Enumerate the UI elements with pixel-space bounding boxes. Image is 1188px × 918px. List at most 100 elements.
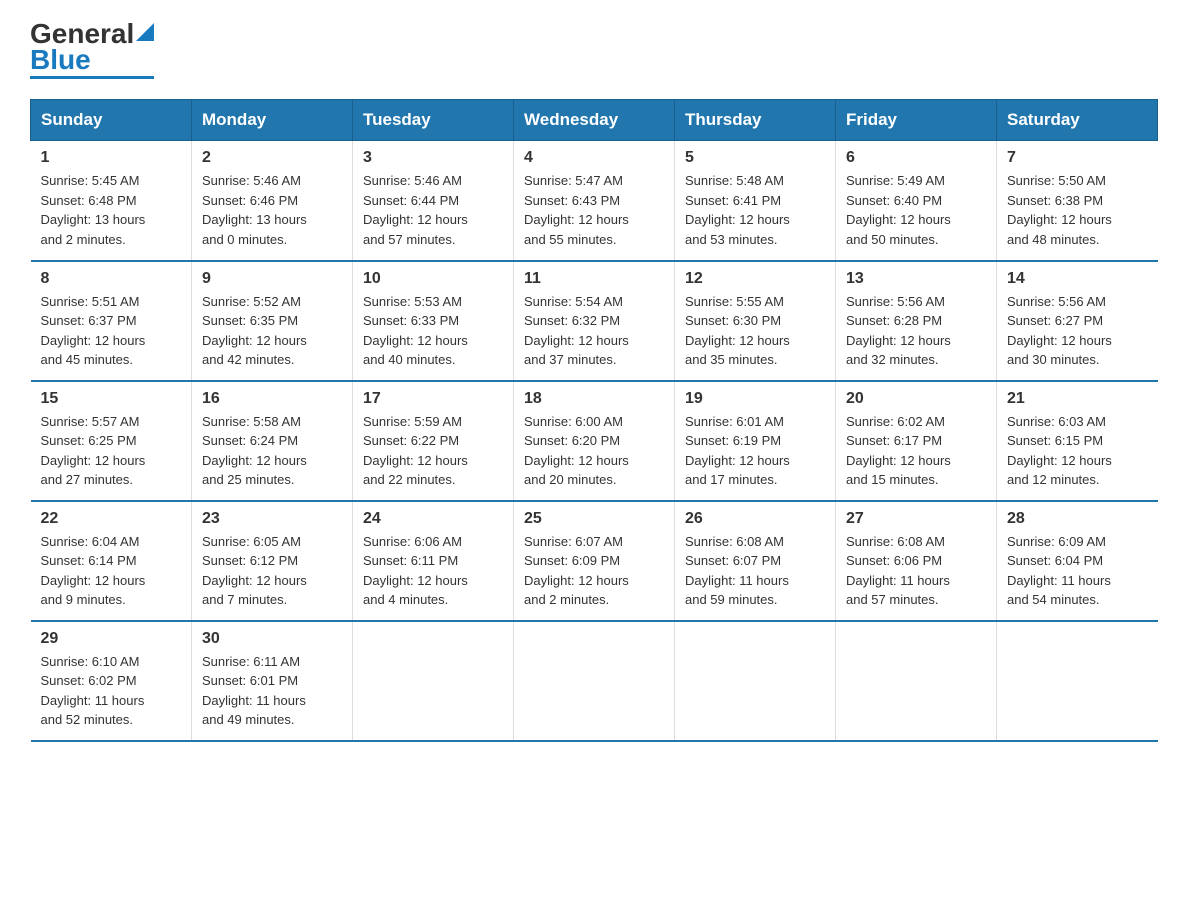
day-info: Sunrise: 6:08 AM Sunset: 6:07 PM Dayligh… [685, 532, 825, 610]
day-info: Sunrise: 6:08 AM Sunset: 6:06 PM Dayligh… [846, 532, 986, 610]
weekday-header-friday: Friday [836, 100, 997, 141]
calendar-cell-9-1-1: 9 Sunrise: 5:52 AM Sunset: 6:35 PM Daylig… [192, 261, 353, 381]
day-info: Sunrise: 6:04 AM Sunset: 6:14 PM Dayligh… [41, 532, 182, 610]
day-number: 7 [1007, 149, 1148, 167]
day-info: Sunrise: 6:02 AM Sunset: 6:17 PM Dayligh… [846, 412, 986, 490]
day-number: 9 [202, 270, 342, 288]
weekday-header-saturday: Saturday [997, 100, 1158, 141]
day-info: Sunrise: 6:01 AM Sunset: 6:19 PM Dayligh… [685, 412, 825, 490]
day-info: Sunrise: 5:47 AM Sunset: 6:43 PM Dayligh… [524, 171, 664, 249]
day-number: 14 [1007, 270, 1148, 288]
calendar-cell-12-1-4: 12 Sunrise: 5:55 AM Sunset: 6:30 PM Dayli… [675, 261, 836, 381]
day-number: 16 [202, 390, 342, 408]
logo-blue: Blue [30, 46, 91, 74]
calendar-cell-1-0-0: 1 Sunrise: 5:45 AM Sunset: 6:48 PM Daylig… [31, 141, 192, 261]
logo-triangle-icon [136, 23, 154, 41]
week-row-5: 29 Sunrise: 6:10 AM Sunset: 6:02 PM Dayli… [31, 621, 1158, 741]
day-number: 12 [685, 270, 825, 288]
week-row-4: 22 Sunrise: 6:04 AM Sunset: 6:14 PM Dayli… [31, 501, 1158, 621]
day-info: Sunrise: 5:59 AM Sunset: 6:22 PM Dayligh… [363, 412, 503, 490]
calendar-cell-6-0-5: 6 Sunrise: 5:49 AM Sunset: 6:40 PM Daylig… [836, 141, 997, 261]
day-number: 3 [363, 149, 503, 167]
day-info: Sunrise: 5:51 AM Sunset: 6:37 PM Dayligh… [41, 292, 182, 370]
calendar-cell-28-3-6: 28Sunrise: 6:09 AM Sunset: 6:04 PM Dayli… [997, 501, 1158, 621]
day-info: Sunrise: 6:11 AM Sunset: 6:01 PM Dayligh… [202, 652, 342, 730]
day-info: Sunrise: 5:45 AM Sunset: 6:48 PM Dayligh… [41, 171, 182, 249]
week-row-2: 8 Sunrise: 5:51 AM Sunset: 6:37 PM Daylig… [31, 261, 1158, 381]
day-info: Sunrise: 6:10 AM Sunset: 6:02 PM Dayligh… [41, 652, 182, 730]
calendar-cell-19-2-4: 19 Sunrise: 6:01 AM Sunset: 6:19 PM Dayli… [675, 381, 836, 501]
calendar-cell-8-1-0: 8 Sunrise: 5:51 AM Sunset: 6:37 PM Daylig… [31, 261, 192, 381]
day-number: 8 [41, 270, 182, 288]
page-header: General Blue [30, 20, 1158, 79]
calendar-table: SundayMondayTuesdayWednesdayThursdayFrid… [30, 99, 1158, 742]
day-number: 1 [41, 149, 182, 167]
day-number: 30 [202, 630, 342, 648]
day-number: 10 [363, 270, 503, 288]
day-number: 5 [685, 149, 825, 167]
day-info: Sunrise: 5:56 AM Sunset: 6:27 PM Dayligh… [1007, 292, 1148, 370]
calendar-cell-11-1-3: 11 Sunrise: 5:54 AM Sunset: 6:32 PM Dayli… [514, 261, 675, 381]
day-info: Sunrise: 5:55 AM Sunset: 6:30 PM Dayligh… [685, 292, 825, 370]
day-number: 2 [202, 149, 342, 167]
weekday-header-thursday: Thursday [675, 100, 836, 141]
calendar-cell-empty-4-4 [675, 621, 836, 741]
calendar-cell-3-0-2: 3 Sunrise: 5:46 AM Sunset: 6:44 PM Daylig… [353, 141, 514, 261]
weekday-header-monday: Monday [192, 100, 353, 141]
calendar-cell-empty-4-6 [997, 621, 1158, 741]
calendar-cell-21-2-6: 21 Sunrise: 6:03 AM Sunset: 6:15 PM Dayli… [997, 381, 1158, 501]
calendar-cell-2-0-1: 2 Sunrise: 5:46 AM Sunset: 6:46 PM Daylig… [192, 141, 353, 261]
day-number: 21 [1007, 390, 1148, 408]
day-info: Sunrise: 5:54 AM Sunset: 6:32 PM Dayligh… [524, 292, 664, 370]
weekday-header-row: SundayMondayTuesdayWednesdayThursdayFrid… [31, 100, 1158, 141]
calendar-cell-22-3-0: 22 Sunrise: 6:04 AM Sunset: 6:14 PM Dayli… [31, 501, 192, 621]
day-info: Sunrise: 5:53 AM Sunset: 6:33 PM Dayligh… [363, 292, 503, 370]
calendar-cell-18-2-3: 18 Sunrise: 6:00 AM Sunset: 6:20 PM Dayli… [514, 381, 675, 501]
logo: General Blue [30, 20, 154, 79]
day-number: 15 [41, 390, 182, 408]
calendar-cell-14-1-6: 14 Sunrise: 5:56 AM Sunset: 6:27 PM Dayli… [997, 261, 1158, 381]
day-info: Sunrise: 6:07 AM Sunset: 6:09 PM Dayligh… [524, 532, 664, 610]
day-number: 29 [41, 630, 182, 648]
weekday-header-sunday: Sunday [31, 100, 192, 141]
calendar-cell-empty-4-2 [353, 621, 514, 741]
day-info: Sunrise: 6:09 AM Sunset: 6:04 PM Dayligh… [1007, 532, 1148, 610]
day-number: 27 [846, 510, 986, 528]
day-info: Sunrise: 6:03 AM Sunset: 6:15 PM Dayligh… [1007, 412, 1148, 490]
calendar-cell-empty-4-5 [836, 621, 997, 741]
day-number: 11 [524, 270, 664, 288]
calendar-cell-16-2-1: 16 Sunrise: 5:58 AM Sunset: 6:24 PM Dayli… [192, 381, 353, 501]
calendar-cell-4-0-3: 4 Sunrise: 5:47 AM Sunset: 6:43 PM Daylig… [514, 141, 675, 261]
day-info: Sunrise: 5:46 AM Sunset: 6:46 PM Dayligh… [202, 171, 342, 249]
day-info: Sunrise: 5:52 AM Sunset: 6:35 PM Dayligh… [202, 292, 342, 370]
day-number: 26 [685, 510, 825, 528]
weekday-header-tuesday: Tuesday [353, 100, 514, 141]
day-info: Sunrise: 5:50 AM Sunset: 6:38 PM Dayligh… [1007, 171, 1148, 249]
day-number: 6 [846, 149, 986, 167]
day-number: 18 [524, 390, 664, 408]
calendar-cell-24-3-2: 24Sunrise: 6:06 AM Sunset: 6:11 PM Dayli… [353, 501, 514, 621]
day-info: Sunrise: 5:46 AM Sunset: 6:44 PM Dayligh… [363, 171, 503, 249]
calendar-cell-17-2-2: 17 Sunrise: 5:59 AM Sunset: 6:22 PM Dayli… [353, 381, 514, 501]
logo-underline [30, 76, 154, 79]
day-info: Sunrise: 6:00 AM Sunset: 6:20 PM Dayligh… [524, 412, 664, 490]
day-info: Sunrise: 5:58 AM Sunset: 6:24 PM Dayligh… [202, 412, 342, 490]
calendar-cell-15-2-0: 15Sunrise: 5:57 AM Sunset: 6:25 PM Dayli… [31, 381, 192, 501]
day-number: 4 [524, 149, 664, 167]
day-number: 13 [846, 270, 986, 288]
day-info: Sunrise: 5:49 AM Sunset: 6:40 PM Dayligh… [846, 171, 986, 249]
week-row-3: 15Sunrise: 5:57 AM Sunset: 6:25 PM Dayli… [31, 381, 1158, 501]
calendar-cell-5-0-4: 5Sunrise: 5:48 AM Sunset: 6:41 PM Daylig… [675, 141, 836, 261]
day-number: 22 [41, 510, 182, 528]
calendar-cell-27-3-5: 27 Sunrise: 6:08 AM Sunset: 6:06 PM Dayli… [836, 501, 997, 621]
calendar-cell-30-4-1: 30 Sunrise: 6:11 AM Sunset: 6:01 PM Dayli… [192, 621, 353, 741]
day-number: 17 [363, 390, 503, 408]
day-info: Sunrise: 6:06 AM Sunset: 6:11 PM Dayligh… [363, 532, 503, 610]
day-number: 19 [685, 390, 825, 408]
calendar-cell-23-3-1: 23Sunrise: 6:05 AM Sunset: 6:12 PM Dayli… [192, 501, 353, 621]
calendar-cell-20-2-5: 20Sunrise: 6:02 AM Sunset: 6:17 PM Dayli… [836, 381, 997, 501]
calendar-cell-25-3-3: 25Sunrise: 6:07 AM Sunset: 6:09 PM Dayli… [514, 501, 675, 621]
day-info: Sunrise: 6:05 AM Sunset: 6:12 PM Dayligh… [202, 532, 342, 610]
calendar-cell-13-1-5: 13Sunrise: 5:56 AM Sunset: 6:28 PM Dayli… [836, 261, 997, 381]
calendar-cell-7-0-6: 7 Sunrise: 5:50 AM Sunset: 6:38 PM Daylig… [997, 141, 1158, 261]
